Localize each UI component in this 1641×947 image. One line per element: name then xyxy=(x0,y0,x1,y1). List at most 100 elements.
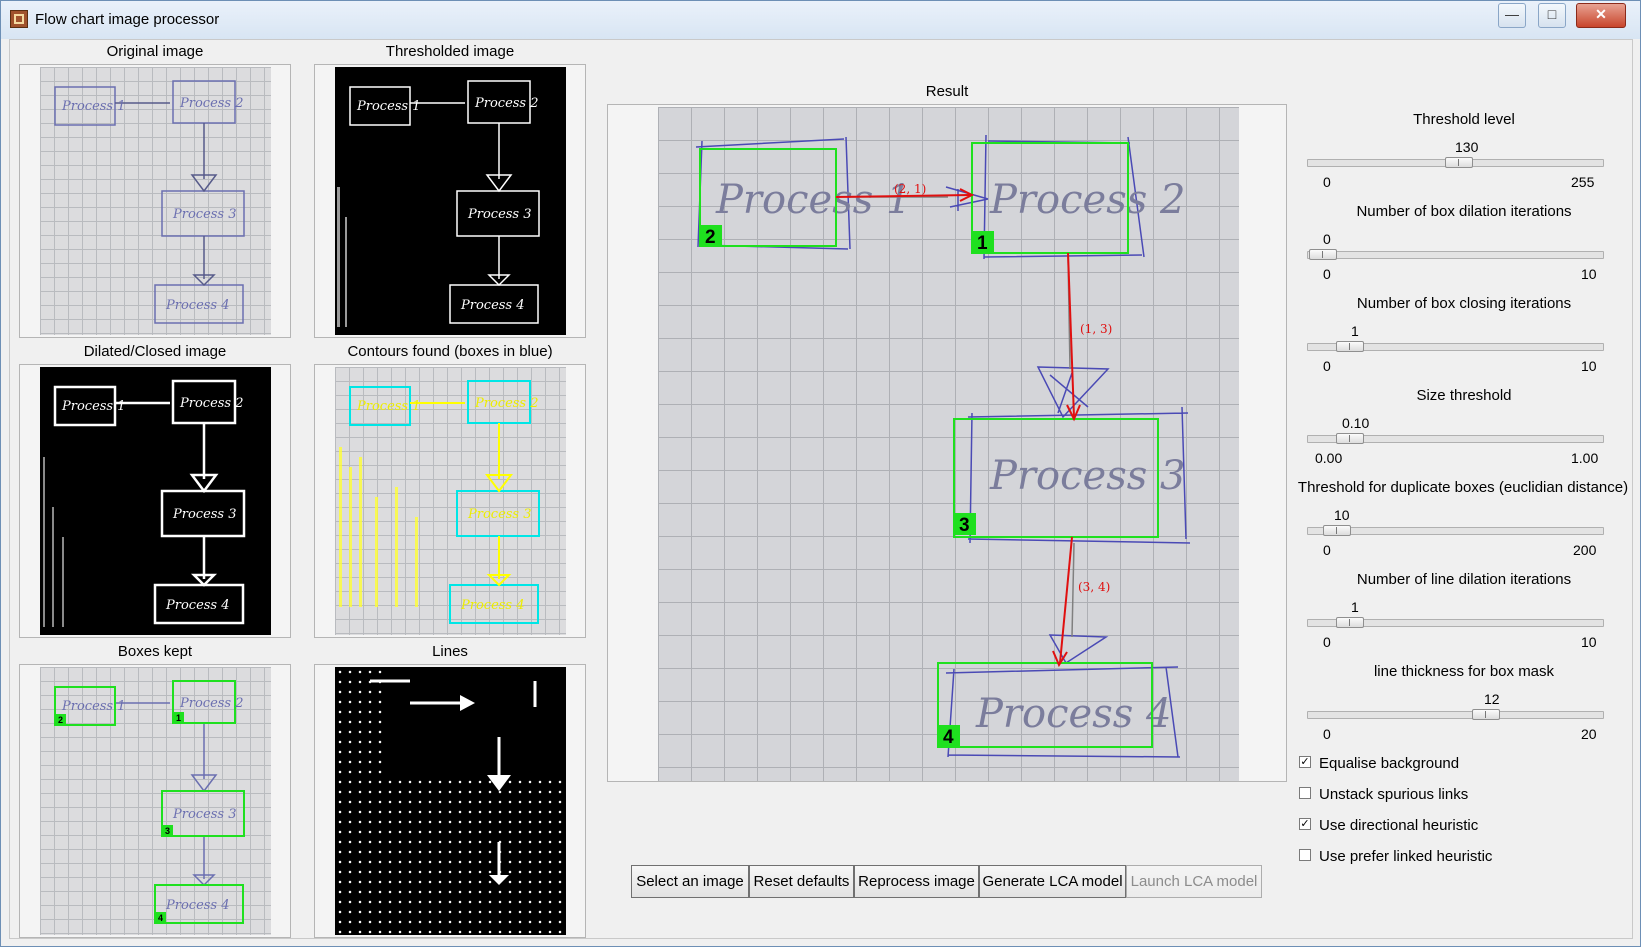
line-thickness-handle[interactable] xyxy=(1472,709,1500,720)
duplicate-threshold-label: Threshold for duplicate boxes (euclidian… xyxy=(1297,479,1629,496)
result-id-2: 2 xyxy=(705,227,716,248)
unstack-links-label: Unstack spurious links xyxy=(1319,786,1469,803)
contours-process3-text: Process 3 xyxy=(467,507,532,522)
dilated-image-label: Dilated/Closed image xyxy=(83,343,227,360)
app-window: Flow chart image processor — □ ✕ Origina… xyxy=(0,0,1641,947)
directional-heuristic-check-icon[interactable]: ✓ xyxy=(1299,818,1311,831)
size-threshold-slider[interactable] xyxy=(1307,433,1604,444)
contours-image-label: Contours found (boxes in blue) xyxy=(347,343,553,360)
line-dilation-label: Number of line dilation iterations xyxy=(1356,571,1572,588)
box-dilation-value: 0 xyxy=(1323,231,1331,247)
directional-heuristic-label: Use directional heuristic xyxy=(1319,817,1479,834)
equalise-background-label: Equalise background xyxy=(1319,755,1460,772)
equalise-background-check-icon[interactable]: ✓ xyxy=(1299,756,1311,769)
size-threshold-value: 0.10 xyxy=(1342,415,1370,431)
threshold-level-slider[interactable] xyxy=(1307,157,1604,168)
result-image: Process 1 Process 2 Process 3 Process 4 xyxy=(658,107,1239,781)
contours-image: Process 1 Process 2 Process 3 Process 4 xyxy=(335,367,566,635)
result-id-3: 3 xyxy=(959,515,970,536)
line-thickness-min: 0 xyxy=(1323,726,1331,742)
result-id-4: 4 xyxy=(943,727,954,748)
original-process2-text: Process 2 xyxy=(179,96,244,111)
boxes-kept-process4-text: Process 4 xyxy=(165,898,230,913)
select-image-button[interactable]: Select an image xyxy=(631,865,749,898)
minimize-button[interactable]: — xyxy=(1498,3,1526,28)
line-thickness-value: 12 xyxy=(1484,691,1500,707)
prefer-linked-check-icon[interactable] xyxy=(1299,849,1311,862)
lines-image-label: Lines xyxy=(432,643,468,660)
size-threshold-label: Size threshold xyxy=(1416,387,1512,404)
dilated-image: Process 1 Process 2 Process 3 Process 4 xyxy=(40,367,271,635)
link-3-4-label: (3, 4) xyxy=(1078,580,1110,594)
contours-process2-text: Process 2 xyxy=(474,396,539,411)
box-dilation-handle[interactable] xyxy=(1309,249,1337,260)
reset-defaults-button[interactable]: Reset defaults xyxy=(749,865,854,898)
result-process4-text: Process 4 xyxy=(975,691,1171,737)
box-closing-slider[interactable] xyxy=(1307,341,1604,352)
maximize-button[interactable]: □ xyxy=(1538,3,1566,28)
duplicate-threshold-slider[interactable] xyxy=(1307,525,1604,536)
dilated-process3-text: Process 3 xyxy=(172,507,237,522)
threshold-level-label: Threshold level xyxy=(1413,111,1515,128)
link-2-1-label: (2, 1) xyxy=(894,182,926,196)
boxes-kept-id-4: 4 xyxy=(158,913,163,923)
lines-image-panel xyxy=(314,664,586,938)
thresholded-process3-text: Process 3 xyxy=(467,207,532,222)
result-panel: Process 1 Process 2 Process 3 Process 4 xyxy=(607,104,1287,782)
box-closing-min: 0 xyxy=(1323,358,1331,374)
window-title: Flow chart image processor xyxy=(35,11,220,28)
prefer-linked-heuristic-checkbox[interactable]: Use prefer linked heuristic xyxy=(1299,848,1492,868)
boxes-kept-label: Boxes kept xyxy=(117,643,193,660)
contours-process4-text: Process 4 xyxy=(460,598,525,613)
duplicate-threshold-max: 200 xyxy=(1573,542,1597,558)
directional-heuristic-checkbox[interactable]: ✓ Use directional heuristic xyxy=(1299,817,1478,837)
link-1-3-label: (1, 3) xyxy=(1080,322,1112,336)
thresholded-image-panel: Process 1 Process 2 Process 3 Process 4 xyxy=(314,64,586,338)
result-process3-text: Process 3 xyxy=(989,453,1185,499)
lines-image xyxy=(335,667,566,935)
original-image-label: Original image xyxy=(106,43,204,60)
prefer-linked-heuristic-label: Use prefer linked heuristic xyxy=(1319,848,1493,865)
result-process1-text: Process 1 xyxy=(715,177,911,223)
line-thickness-slider[interactable] xyxy=(1307,709,1604,720)
boxes-kept-id-1: 1 xyxy=(176,713,181,723)
dilated-process1-text: Process 1 xyxy=(61,399,126,414)
boxes-kept-image: Process 1 Process 2 Process 3 Process 4 … xyxy=(40,667,271,935)
boxes-kept-process1-text: Process 1 xyxy=(61,699,126,714)
line-dilation-handle[interactable] xyxy=(1336,617,1364,628)
box-closing-max: 10 xyxy=(1581,358,1597,374)
line-thickness-max: 20 xyxy=(1581,726,1597,742)
result-id-1: 1 xyxy=(977,233,988,254)
original-image: Process 1 Process 2 Process 3 Process 4 xyxy=(40,67,271,335)
unstack-links-check-icon[interactable] xyxy=(1299,787,1311,800)
box-dilation-slider[interactable] xyxy=(1307,249,1604,260)
title-bar[interactable]: Flow chart image processor — □ ✕ xyxy=(1,1,1640,39)
original-process4-text: Process 4 xyxy=(165,298,230,313)
unstack-links-checkbox[interactable]: Unstack spurious links xyxy=(1299,786,1468,806)
launch-lca-model-button[interactable]: Launch LCA model xyxy=(1126,865,1262,898)
line-dilation-max: 10 xyxy=(1581,634,1597,650)
box-dilation-max: 10 xyxy=(1581,266,1597,282)
box-dilation-label: Number of box dilation iterations xyxy=(1356,203,1572,220)
threshold-level-handle[interactable] xyxy=(1445,157,1473,168)
boxes-kept-process2-text: Process 2 xyxy=(179,696,244,711)
generate-lca-model-button[interactable]: Generate LCA model xyxy=(979,865,1126,898)
line-dilation-min: 0 xyxy=(1323,634,1331,650)
equalise-background-checkbox[interactable]: ✓ Equalise background xyxy=(1299,755,1459,775)
original-image-panel: Process 1 Process 2 Process 3 Process 4 xyxy=(19,64,291,338)
duplicate-threshold-handle[interactable] xyxy=(1323,525,1351,536)
duplicate-threshold-min: 0 xyxy=(1323,542,1331,558)
size-threshold-handle[interactable] xyxy=(1336,433,1364,444)
thresholded-process2-text: Process 2 xyxy=(474,96,539,111)
size-threshold-min: 0.00 xyxy=(1315,450,1343,466)
close-button[interactable]: ✕ xyxy=(1576,3,1626,28)
duplicate-threshold-value: 10 xyxy=(1334,507,1350,523)
threshold-level-max: 255 xyxy=(1571,174,1595,190)
line-dilation-slider[interactable] xyxy=(1307,617,1604,628)
thresholded-image: Process 1 Process 2 Process 3 Process 4 xyxy=(335,67,566,335)
box-closing-handle[interactable] xyxy=(1336,341,1364,352)
line-dilation-value: 1 xyxy=(1351,599,1359,615)
reprocess-image-button[interactable]: Reprocess image xyxy=(854,865,979,898)
threshold-level-min: 0 xyxy=(1323,174,1331,190)
dilated-process2-text: Process 2 xyxy=(179,396,244,411)
